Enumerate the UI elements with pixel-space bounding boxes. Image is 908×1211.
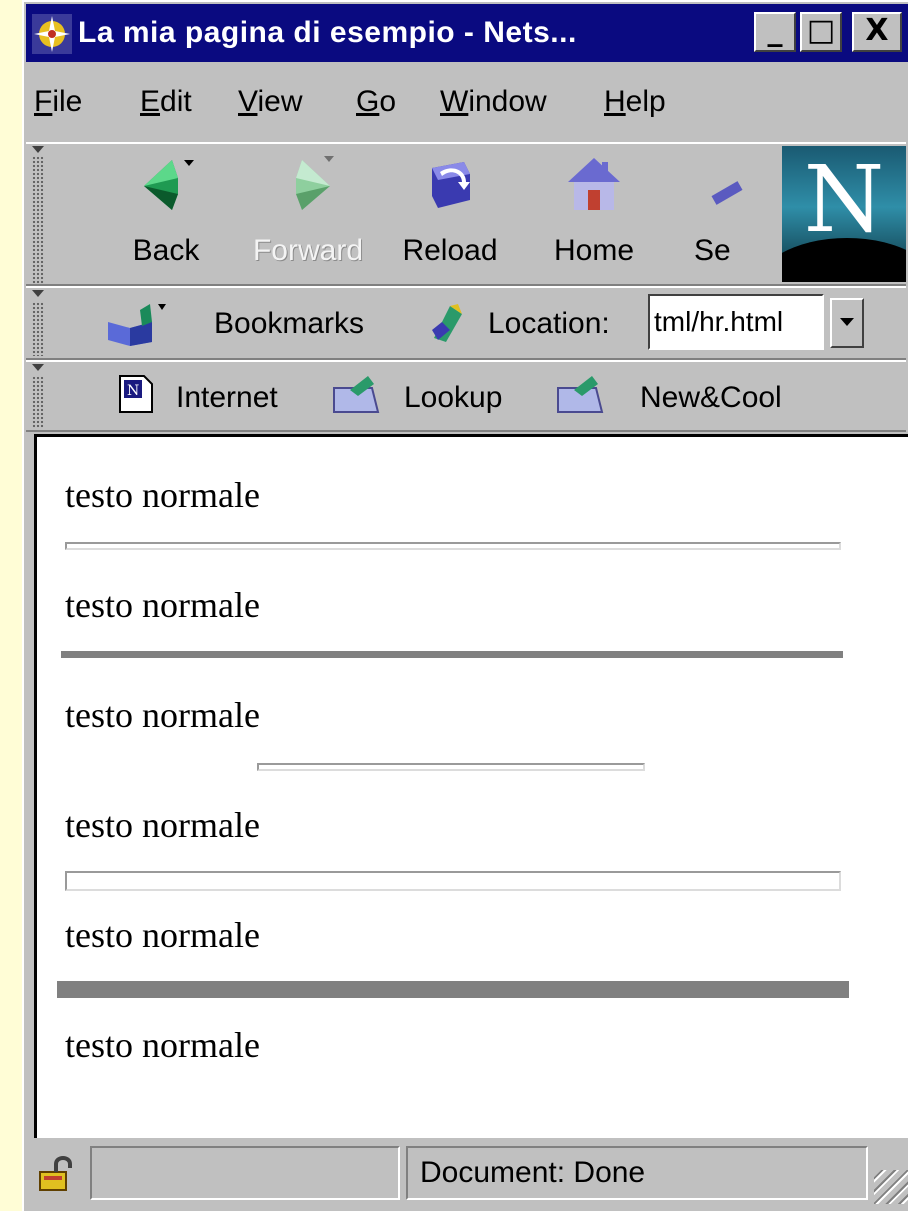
horizontal-rule xyxy=(65,542,841,550)
menu-go-mnemonic: G xyxy=(356,85,380,118)
menu-help-label: elp xyxy=(625,85,666,118)
personal-toolbar: N Internet Lookup New&Cool xyxy=(26,360,906,432)
location-label: Location: xyxy=(488,307,610,340)
status-text: Document: Done xyxy=(420,1156,646,1189)
menu-window[interactable]: Window xyxy=(440,82,547,122)
page-proxy-icon[interactable] xyxy=(428,300,468,344)
progress-bar-cell xyxy=(90,1146,400,1200)
paragraph-text: testo normale xyxy=(65,695,260,735)
horizontal-rule-thick-noshade xyxy=(57,981,849,998)
collapse-arrow-icon[interactable] xyxy=(32,290,44,297)
folder-icon xyxy=(557,376,604,413)
horizontal-rule-thick xyxy=(65,871,841,891)
back-button[interactable]: Back xyxy=(106,152,226,280)
menu-bar: File Edit View Go Window Help xyxy=(26,76,906,134)
navigation-toolbar: Back Forward Reload Home Se N xyxy=(26,142,906,286)
back-label: Back xyxy=(132,234,200,267)
menu-file-label: ile xyxy=(52,85,83,118)
reload-icon xyxy=(432,162,470,208)
folder-icon xyxy=(333,376,380,413)
document-icon: N xyxy=(119,375,153,413)
paragraph-text: testo normale xyxy=(65,915,260,955)
menu-file-mnemonic: F xyxy=(34,85,53,118)
maximize-button[interactable]: □ xyxy=(800,12,842,52)
bookmarks-label: Bookmarks xyxy=(214,307,365,340)
forward-label: Forward xyxy=(252,234,364,267)
paragraph-text: testo normale xyxy=(65,1025,260,1065)
lookup-link[interactable]: Lookup xyxy=(332,372,542,422)
horizontal-rule-half-width xyxy=(257,763,645,771)
home-label: Home xyxy=(553,234,635,267)
netscape-app-icon xyxy=(32,14,72,54)
location-url-input[interactable] xyxy=(648,294,824,350)
newcool-link[interactable]: New&Cool xyxy=(556,372,816,422)
menu-edit-label: dit xyxy=(160,85,192,118)
home-button[interactable]: Home xyxy=(534,152,654,280)
forward-button[interactable]: Forward xyxy=(248,152,368,280)
toolbar-grip[interactable] xyxy=(32,376,44,428)
bookmarks-icon xyxy=(108,304,166,346)
browser-window: La mia pagina di esempio - Nets... _ □ X… xyxy=(22,0,908,1211)
search-button[interactable]: Se xyxy=(676,152,776,280)
horizontal-rule-noshade xyxy=(61,651,843,658)
menu-window-mnemonic: W xyxy=(440,85,469,118)
svg-text:N: N xyxy=(127,383,139,399)
search-label: Se xyxy=(694,234,731,267)
internet-label: Internet xyxy=(176,381,278,414)
forward-arrow-icon xyxy=(296,156,334,210)
menu-help-mnemonic: H xyxy=(604,85,626,118)
desktop-side-strip xyxy=(0,0,23,1211)
status-text-cell: Document: Done xyxy=(406,1146,868,1200)
minimize-button[interactable]: _ xyxy=(754,12,796,52)
menu-edit-mnemonic: E xyxy=(140,85,161,118)
collapse-arrow-icon[interactable] xyxy=(32,364,44,371)
security-lock-icon[interactable] xyxy=(36,1154,76,1194)
window-title: La mia pagina di esempio - Nets... xyxy=(78,16,577,49)
reload-label: Reload xyxy=(402,234,498,267)
lookup-label: Lookup xyxy=(404,381,503,414)
home-icon xyxy=(568,158,620,210)
page-content: testo normale testo normale testo normal… xyxy=(34,434,908,1138)
internet-link[interactable]: N Internet xyxy=(118,372,318,422)
paragraph-text: testo normale xyxy=(65,475,260,515)
menu-view-mnemonic: V xyxy=(238,85,258,118)
close-button[interactable]: X xyxy=(852,12,902,52)
netscape-throbber-logo[interactable]: N xyxy=(782,146,906,282)
menu-view-label: iew xyxy=(257,85,303,118)
menu-view[interactable]: View xyxy=(238,82,302,122)
resize-grip-icon[interactable] xyxy=(874,1170,908,1204)
status-bar: Document: Done xyxy=(26,1140,908,1206)
menu-window-label: indow xyxy=(468,85,547,118)
bookmarks-button[interactable]: Bookmarks xyxy=(104,298,404,350)
back-arrow-icon xyxy=(144,160,194,210)
location-toolbar: Bookmarks Location: xyxy=(26,286,906,360)
menu-go[interactable]: Go xyxy=(356,82,396,122)
paragraph-text: testo normale xyxy=(65,585,260,625)
menu-file[interactable]: File xyxy=(34,82,82,122)
toolbar-grip[interactable] xyxy=(32,302,44,356)
title-bar[interactable]: La mia pagina di esempio - Nets... _ □ X xyxy=(26,4,908,62)
location-dropdown-button[interactable] xyxy=(830,298,864,348)
paragraph-text: testo normale xyxy=(65,805,260,845)
menu-go-label: o xyxy=(379,85,397,118)
toolbar-grip[interactable] xyxy=(32,156,44,284)
reload-button[interactable]: Reload xyxy=(390,152,510,280)
search-icon xyxy=(711,181,743,205)
menu-edit[interactable]: Edit xyxy=(140,82,192,122)
newcool-label: New&Cool xyxy=(640,381,782,414)
netscape-n-letter: N xyxy=(803,146,885,253)
menu-help[interactable]: Help xyxy=(604,82,666,122)
collapse-arrow-icon[interactable] xyxy=(32,146,44,153)
